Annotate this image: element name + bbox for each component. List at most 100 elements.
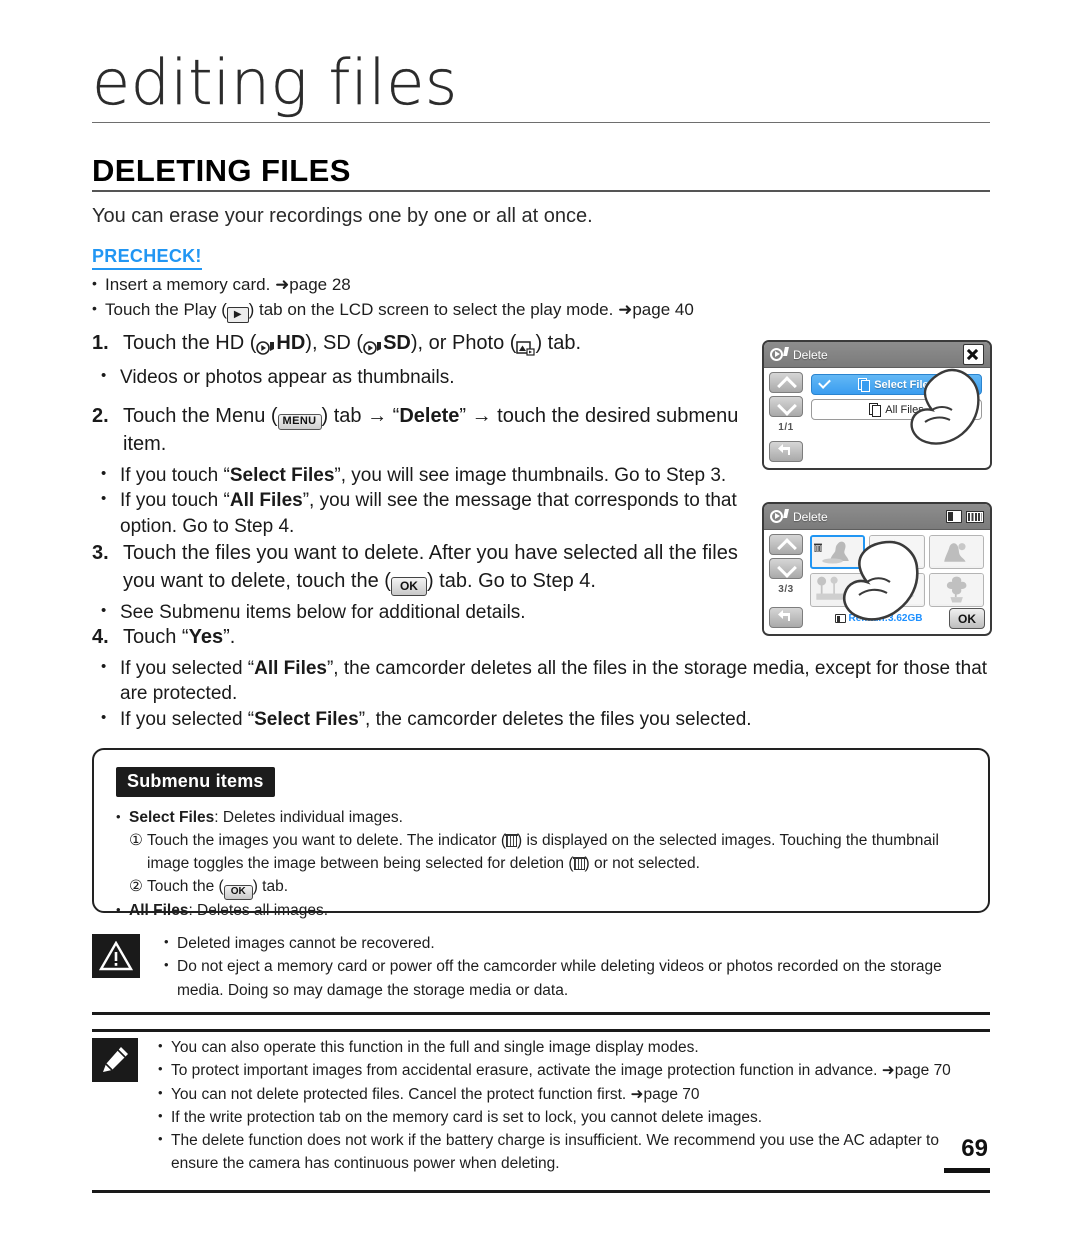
- page-number-underline: [944, 1168, 990, 1173]
- files-icon: [858, 377, 871, 392]
- bullet-dot: •: [116, 901, 121, 917]
- hd-tab-icon: [256, 333, 276, 361]
- ok-button[interactable]: OK: [949, 608, 985, 629]
- files-icon: [869, 402, 882, 417]
- caution-item: • Do not eject a memory card or power of…: [164, 955, 990, 1002]
- bullet-dot: •: [101, 490, 107, 508]
- lcd-header: Delete: [764, 342, 990, 368]
- back-button[interactable]: [769, 441, 803, 462]
- precheck-item-text: Touch the Play (▶) tab on the LCD screen…: [105, 298, 852, 324]
- thumbnail-image: [870, 536, 924, 567]
- page-number: 69: [961, 1135, 988, 1162]
- step-bullet-text: See Submenu items below for additional d…: [120, 601, 526, 623]
- note-item: • You can also operate this function in …: [158, 1036, 990, 1059]
- bullet-dot: •: [164, 934, 169, 949]
- scroll-up-button[interactable]: [769, 372, 803, 396]
- step-2-bullets: • If you touch “Select Files”, you will …: [92, 463, 752, 540]
- submenu-entry-text: All Files: Deletes all images.: [129, 901, 328, 919]
- substep-text: Touch the (OK) tab.: [147, 876, 970, 900]
- back-button[interactable]: [769, 607, 803, 628]
- lcd-body: 3/3 Remain:3.62GB OK: [764, 530, 990, 633]
- menu-item-all-files[interactable]: All Files: [811, 399, 982, 420]
- memory-card-icon: [834, 614, 846, 623]
- thumbnail-item[interactable]: [928, 535, 984, 569]
- scroll-up-button[interactable]: [769, 534, 803, 558]
- submenu-substep: ② Touch the (OK) tab.: [116, 876, 970, 900]
- notes-block: • You can also operate this function in …: [92, 1036, 990, 1176]
- submenu-entry-text: Select Files: Deletes individual images.: [129, 809, 403, 826]
- check-icon: [818, 376, 831, 389]
- close-icon[interactable]: [963, 344, 984, 365]
- substep-marker: ①: [129, 831, 143, 849]
- note-item-text: You can not delete protected files. Canc…: [171, 1085, 700, 1103]
- note-item-text: If the write protection tab on the memor…: [171, 1108, 763, 1126]
- divider-rule: [92, 1012, 990, 1015]
- submenu-items-box: Submenu items • Select Files: Deletes in…: [92, 748, 990, 919]
- thumbnail-item[interactable]: [928, 573, 984, 607]
- bullet-dot: •: [158, 1107, 163, 1123]
- bullet-dot: •: [101, 657, 107, 675]
- submenu-entry: • All Files: Deletes all images.: [116, 900, 970, 923]
- thumbnail-item[interactable]: [810, 573, 866, 607]
- menu-item-label: All Files: [885, 403, 924, 416]
- sd-tab-icon: [363, 333, 383, 361]
- bullet-dot: •: [101, 464, 107, 482]
- step-bullet: • Videos or photos appear as thumbnails.: [92, 365, 752, 391]
- step-bullet-text: If you selected “All Files”, the camcord…: [120, 657, 988, 705]
- precheck-item-text: Insert a memory card. ➜page 28: [105, 275, 351, 294]
- thumbnail-item[interactable]: [869, 573, 925, 607]
- steps-upper: 1. Touch the HD (HD), SD (SD), or Photo …: [92, 330, 752, 540]
- scroll-down-button[interactable]: [769, 395, 803, 417]
- thumbnail-image: [929, 574, 983, 605]
- page-indicator: 1/1: [778, 422, 794, 433]
- thumbnail-item[interactable]: [810, 535, 866, 569]
- caution-item: • Deleted images cannot be recovered.: [164, 932, 990, 955]
- divider-rule: [92, 1190, 990, 1193]
- bullet-dot: •: [101, 366, 107, 384]
- chapter-divider: [92, 122, 990, 123]
- page-indicator: 3/3: [778, 584, 794, 595]
- step-bullet-text: If you touch “All Files”, you will see t…: [120, 490, 737, 538]
- steps-step4: 4. Touch “Yes”. • If you selected “All F…: [92, 624, 992, 733]
- step-number: 3.: [92, 542, 109, 564]
- step-bullet: • See Submenu items below for additional…: [92, 600, 752, 626]
- delete-submenu-list: Select Files All Files: [811, 374, 982, 424]
- camcorder-play-icon: [770, 347, 789, 362]
- submenu-items-body: • Select Files: Deletes individual image…: [116, 807, 970, 923]
- lcd-illustration-thumbnail-select: Delete 3/3 Remain:3.62GB OK: [762, 502, 992, 636]
- lcd-body: 1/1 Select Files All Files: [764, 368, 990, 467]
- submenu-substep: ① Touch the images you want to delete. T…: [116, 830, 970, 876]
- section-heading: DELETING FILES: [92, 153, 351, 188]
- warning-icon: [92, 934, 140, 978]
- thumbnail-grid: [810, 535, 984, 607]
- play-tab-icon: ▶: [226, 307, 249, 324]
- bullet-dot: •: [92, 275, 97, 291]
- step-text: Touch the HD (HD), SD (SD), or Photo () …: [123, 330, 752, 361]
- menu-item-label: Select Files: [874, 378, 935, 391]
- thumbnail-image: [870, 574, 924, 605]
- precheck-heading: PRECHECK!: [92, 246, 202, 270]
- substep-marker: ②: [129, 877, 143, 895]
- menu-button-icon: MENU: [277, 414, 322, 431]
- memory-card-icon: [946, 510, 962, 523]
- bullet-dot: •: [116, 809, 121, 824]
- step-4-bullets: • If you selected “All Files”, the camco…: [92, 656, 992, 733]
- step-bullet: • If you touch “All Files”, you will see…: [92, 488, 752, 540]
- section-intro: You can erase your recordings one by one…: [92, 205, 593, 227]
- divider-rule: [92, 1029, 990, 1032]
- step-number: 4.: [92, 626, 109, 648]
- menu-item-select-files[interactable]: Select Files: [811, 374, 982, 395]
- thumbnail-item[interactable]: [869, 535, 925, 569]
- precheck-list: • Insert a memory card. ➜page 28 • Touch…: [92, 273, 852, 324]
- bullet-dot: •: [158, 1084, 163, 1100]
- lcd-title: Delete: [793, 509, 828, 524]
- ok-button-icon: OK: [390, 576, 427, 596]
- step-bullet-text: If you touch “Select Files”, you will se…: [120, 464, 727, 486]
- note-item: • You can not delete protected files. Ca…: [158, 1083, 990, 1106]
- step-1: 1. Touch the HD (HD), SD (SD), or Photo …: [92, 330, 752, 361]
- caution-list: • Deleted images cannot be recovered. • …: [164, 932, 990, 1002]
- note-icon: [92, 1038, 138, 1082]
- scroll-down-button[interactable]: [769, 557, 803, 579]
- step-number: 1.: [92, 332, 109, 354]
- note-item-text: You can also operate this function in th…: [171, 1039, 699, 1056]
